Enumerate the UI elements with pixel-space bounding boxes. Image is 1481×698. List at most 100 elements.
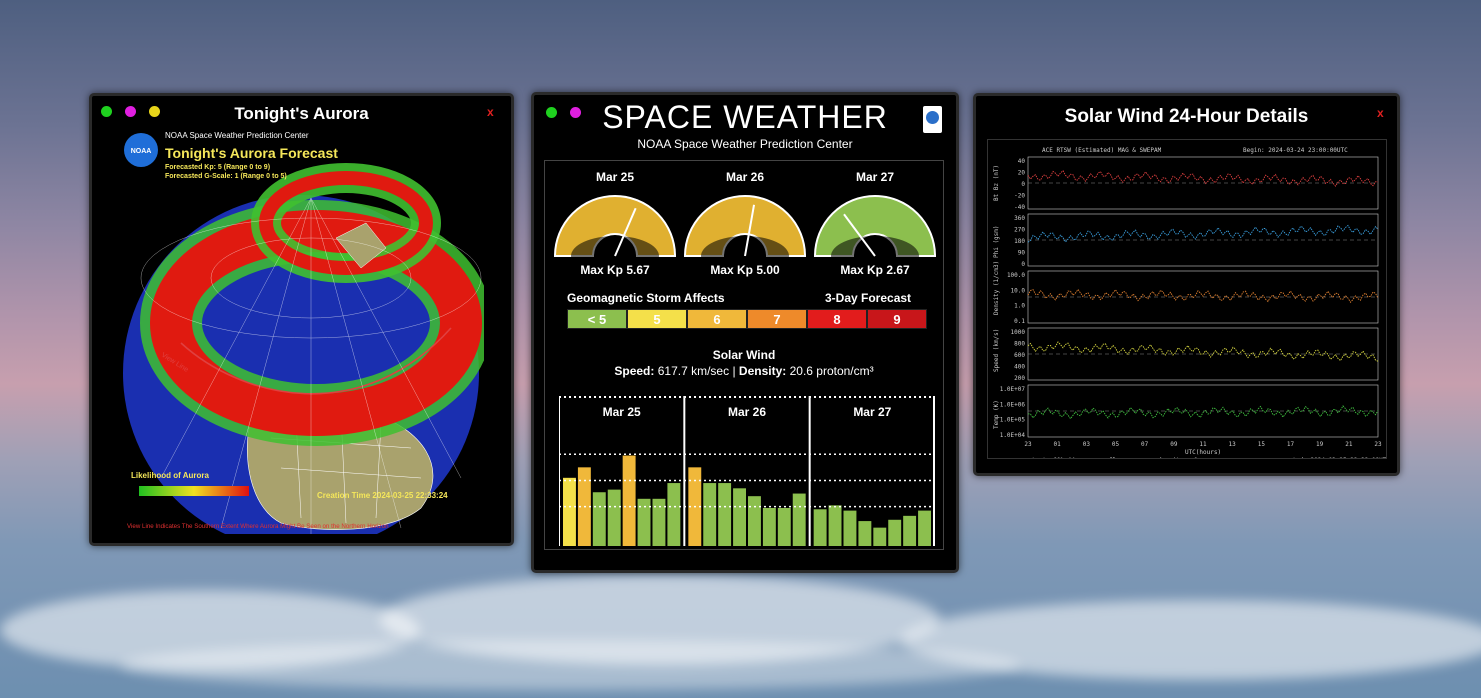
scale-cell: 6 [687,309,747,329]
panel-tick: 1.0E+04 [1000,432,1026,439]
x-tick: 19 [1316,441,1324,448]
kp-bar [873,527,887,546]
solar-wind-title: Solar Wind [712,348,776,362]
scale-cell: 7 [747,309,807,329]
background-cloud [120,640,1020,690]
kp-gauge: Mar 25 Max Kp 5.67 [553,170,677,277]
forecast-g-scale: Forecasted G-Scale: 1 (Range 0 to 5) [165,173,287,180]
creation-time: Creation Time 2024-03-25 22:33:24 [317,491,448,500]
kp-bar [918,510,931,546]
gauge-max-kp: Max Kp 2.67 [840,263,910,277]
aurora-forecast-map: NOAA NOAA Space Weather Prediction Cente… [121,128,484,534]
panel-tick: 180 [1014,238,1025,245]
x-tick: 09 [1170,441,1178,448]
swpc-logo-icon [923,106,942,133]
aurora-globe-svg: NOAA NOAA Space Weather Prediction Cente… [123,131,484,534]
x-tick: 11 [1199,441,1207,448]
kp-bar [652,498,666,546]
panel-tick: 100.0 [1007,272,1025,279]
kp-bar [563,477,576,546]
kp-bar [813,509,827,546]
gauge-date: Mar 25 [596,170,634,184]
x-tick: 23 [1024,441,1032,448]
footer-magflux: magflux [1098,457,1124,458]
panel-tick: 270 [1014,227,1025,234]
kp-gauge: Mar 27 Max Kp 2.67 [813,170,937,277]
panel-tick: 40 [1018,158,1026,165]
panel-tick: 1000 [1011,329,1026,336]
kp-bar [828,505,842,546]
kp-bar [888,519,902,546]
kp-gauge: Mar 26 Max Kp 5.00 [683,170,807,277]
gauge-max-kp: Max Kp 5.67 [580,263,650,277]
kp-bar [622,455,636,546]
x-tick: 05 [1112,441,1120,448]
solar-wind-plot-svg: ACE RTSW (Estimated) MAG & SWEPAM Begin: … [993,147,1390,464]
panel-tick: 0 [1021,261,1025,268]
plot-panel: Phi (gsm) 360 270 180 90 0 [993,213,1379,268]
kp-bar [637,498,651,546]
panel-tick: 10.0 [1011,287,1026,294]
panel-tick: 0.1 [1014,318,1025,325]
kp-bar [903,515,917,546]
aurora-window: Tonight's Aurora x NOAA NOAA Space Weath… [89,93,514,546]
three-day-forecast-label: 3-Day Forecast [825,291,912,305]
kp-bar [733,488,746,546]
panel-tick: 1.0E+07 [1000,386,1026,393]
panel-tick: 20 [1018,170,1026,177]
plot-header-right: Begin: 2024-03-24 23:00:00UTC [1243,147,1348,154]
kp-bar [843,510,857,546]
panel-tick: 1.0E+06 [1000,401,1026,408]
panel-tick: 90 [1018,250,1026,257]
kp-bar [762,507,776,546]
x-tick: 21 [1345,441,1353,448]
x-tick: 15 [1258,441,1266,448]
likelihood-label: Likelihood of Aurora [131,471,209,480]
likelihood-colorbar [139,486,249,496]
footer-start: start: 60% #4 [1028,457,1075,458]
panel-tick: 400 [1014,364,1025,371]
x-tick: 03 [1083,441,1091,448]
forecast-panel: Mar 25 Max Kp 5.67 Mar 26 Max Kp 5.00 Mar 27… [544,160,944,550]
plot-panel: Speed (km/s) 1000 800 600 400 200 [993,327,1379,382]
footer-created: created: 2024-03-25 22:32:08UTC [1278,457,1386,458]
geomagnetic-scale-bar: < 556789 [567,309,927,329]
kp-gauges: Mar 25 Max Kp 5.67 Mar 26 Max Kp 5.00 Mar 27… [553,170,937,277]
window-subtitle: NOAA Space Weather Prediction Center [637,137,853,151]
panel-tick: 1.0E+05 [1000,417,1026,424]
separator: | [732,364,736,378]
kp-bar [667,483,681,546]
org-name: NOAA Space Weather Prediction Center [165,131,309,140]
x-tick: 07 [1141,441,1149,448]
panel-tick: 1.0 [1014,303,1025,310]
gauge-date: Mar 26 [726,170,764,184]
x-tick: 23 [1374,441,1382,448]
x-tick: 13 [1229,441,1237,448]
scale-cell: < 5 [567,309,627,329]
footer-density: density < 1 [1158,457,1198,458]
panel-ylabel: Bt Bz (nT) [993,165,1000,201]
solar-wind-window: Solar Wind 24-Hour Details x ACE RTSW (E… [973,93,1400,476]
density-label: Density: [738,364,787,378]
panel-ylabel: Speed (km/s) [993,329,1000,372]
bar-day-label: Mar 25 [603,405,641,419]
panel-ylabel: Density (1/cm3) [993,261,1000,315]
kp-bar [748,496,761,546]
close-button[interactable]: x [1377,106,1384,120]
noaa-logo-text: NOAA [131,148,152,155]
solar-wind-plot: ACE RTSW (Estimated) MAG & SWEPAM Begin: … [987,139,1390,464]
panel-tick: 800 [1014,341,1025,348]
forecast-title: Tonight's Aurora Forecast [165,145,338,161]
density-value: 20.6 proton/cm³ [789,364,874,378]
panel-tick: 600 [1014,352,1025,359]
kp-bar-chart: Mar 25 Mar 26 Mar 27 [559,396,935,546]
kp-bar [858,521,872,546]
panel-tick: 360 [1014,215,1025,222]
plot-panel: Bt Bz (nT) 40 20 0 -20 -40 [993,156,1379,211]
kp-bar [718,483,732,546]
close-button[interactable]: x [487,105,494,119]
window-title: SPACE WEATHER [602,99,888,135]
scale-cell: 8 [807,309,867,329]
bar-day-label: Mar 27 [853,405,891,419]
window-title: Solar Wind 24-Hour Details [1064,106,1309,127]
